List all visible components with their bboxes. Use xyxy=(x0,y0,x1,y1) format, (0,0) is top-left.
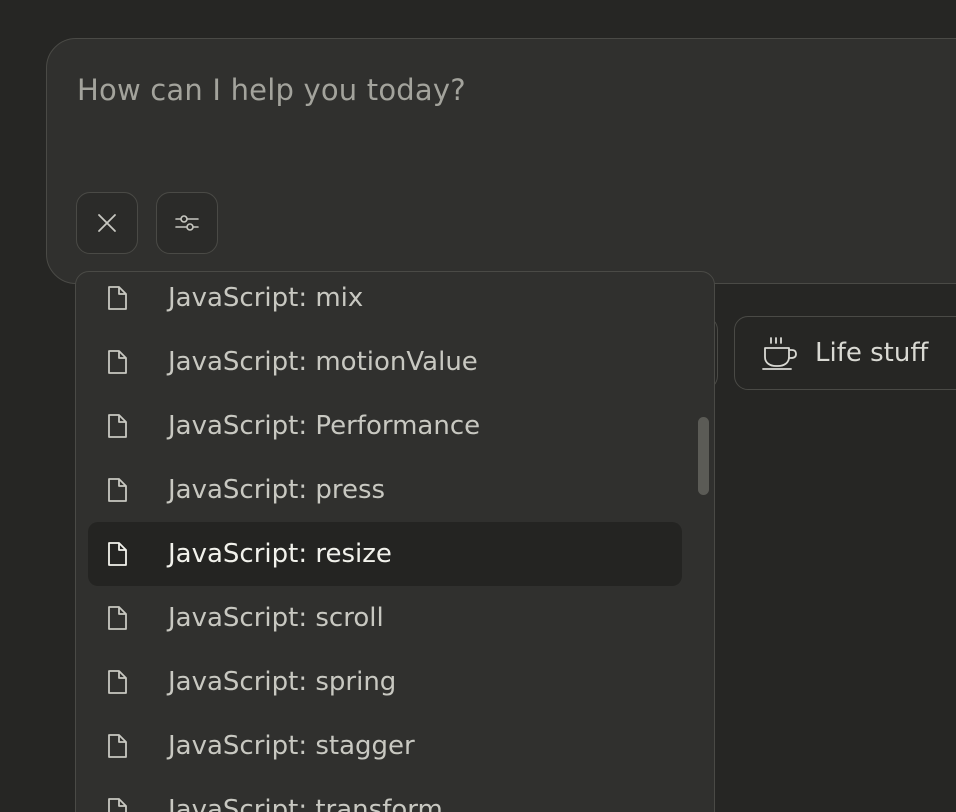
list-item-label: JavaScript: Performance xyxy=(168,411,481,441)
document-icon xyxy=(108,350,127,374)
list-item[interactable]: JavaScript: motionValue xyxy=(88,330,682,394)
message-input[interactable] xyxy=(77,73,777,107)
chat-composer xyxy=(46,38,956,284)
list-item-label: JavaScript: spring xyxy=(168,667,397,697)
document-icon xyxy=(108,734,127,758)
list-item[interactable]: JavaScript: Performance xyxy=(88,394,682,458)
list-item-label: JavaScript: stagger xyxy=(168,731,415,761)
file-dropdown: JavaScript: mix JavaScript: motionValue … xyxy=(75,271,715,812)
list-item-label: JavaScript: scroll xyxy=(168,603,384,633)
app-stage: Life stuff JavaScript: mix JavaScript: m… xyxy=(0,0,956,812)
list-item-label: JavaScript: resize xyxy=(168,539,392,569)
list-item-label: JavaScript: mix xyxy=(168,283,364,313)
list-item[interactable]: JavaScript: transform xyxy=(88,778,682,812)
document-icon xyxy=(108,286,127,310)
file-list: JavaScript: mix JavaScript: motionValue … xyxy=(88,272,682,812)
close-icon xyxy=(98,214,116,232)
chip-label: Life stuff xyxy=(815,338,929,368)
list-item-highlighted[interactable]: JavaScript: resize xyxy=(88,522,682,586)
document-icon xyxy=(108,478,127,502)
document-icon xyxy=(108,542,127,566)
sliders-icon xyxy=(175,215,199,231)
document-icon xyxy=(108,606,127,630)
document-icon xyxy=(108,414,127,438)
coffee-cup-icon xyxy=(762,337,797,370)
list-item-label: JavaScript: press xyxy=(168,475,386,505)
close-button[interactable] xyxy=(76,192,138,254)
list-item-label: JavaScript: transform xyxy=(168,795,443,812)
scrollbar-thumb[interactable] xyxy=(698,417,709,495)
prompt-chip-life-stuff[interactable]: Life stuff xyxy=(734,316,956,390)
list-item[interactable]: JavaScript: press xyxy=(88,458,682,522)
list-item[interactable]: JavaScript: mix xyxy=(88,272,682,330)
list-item[interactable]: JavaScript: scroll xyxy=(88,586,682,650)
list-item-label: JavaScript: motionValue xyxy=(168,347,478,377)
tools-button[interactable] xyxy=(156,192,218,254)
list-item[interactable]: JavaScript: stagger xyxy=(88,714,682,778)
document-icon xyxy=(108,798,127,812)
list-item[interactable]: JavaScript: spring xyxy=(88,650,682,714)
document-icon xyxy=(108,670,127,694)
